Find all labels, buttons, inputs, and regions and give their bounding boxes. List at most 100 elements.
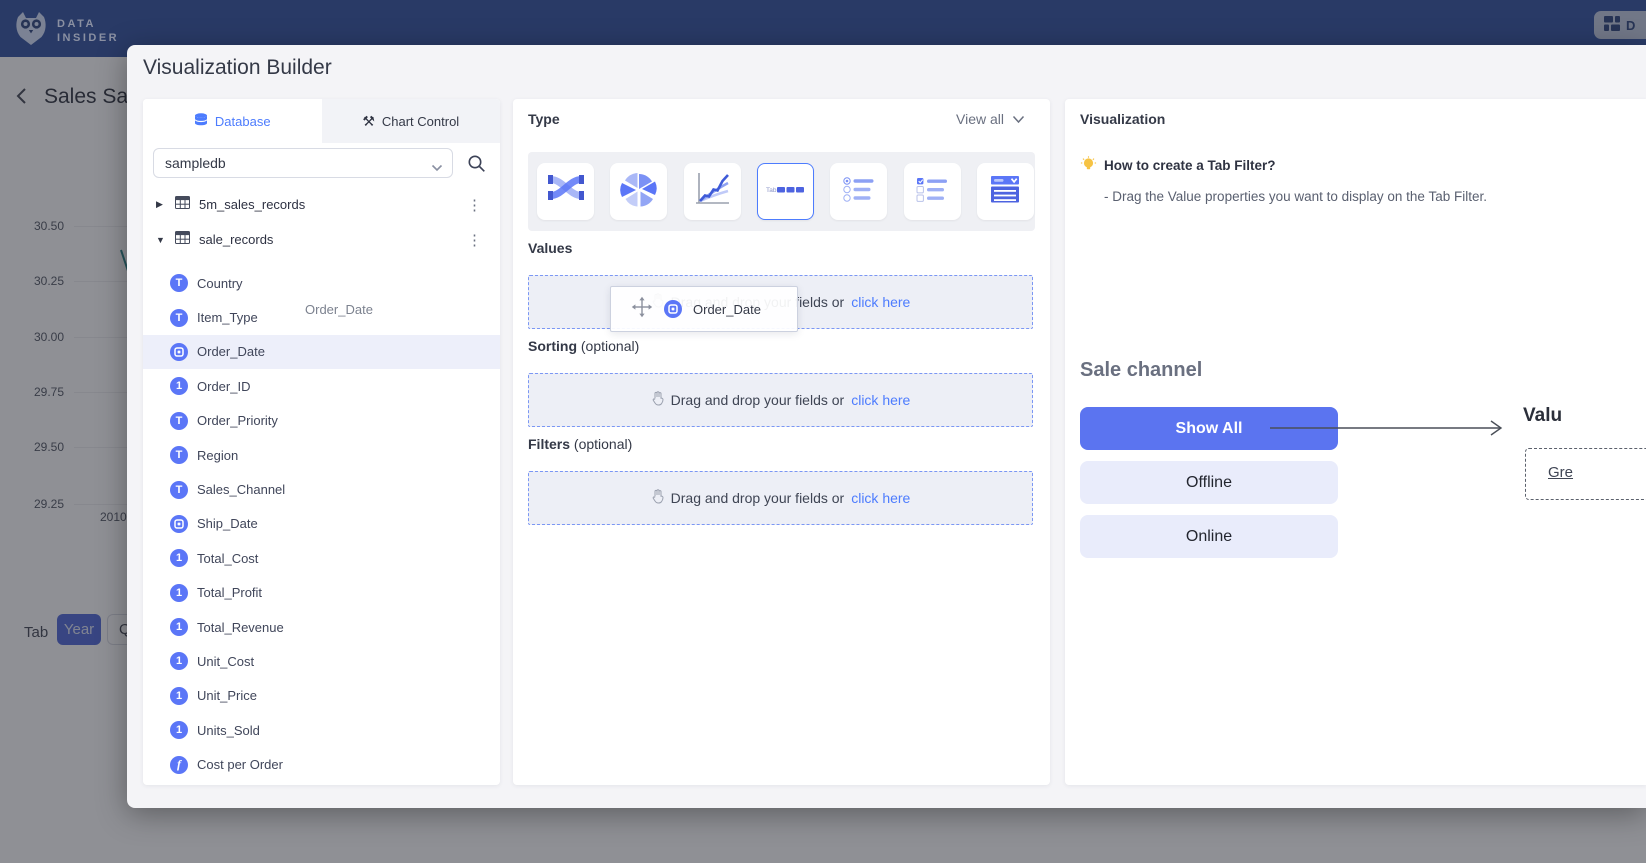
click-here-link[interactable]: click here <box>851 392 910 408</box>
line-chart-icon <box>692 169 732 214</box>
field-row[interactable]: Order_Date <box>143 335 500 369</box>
number-field-icon: 1 <box>170 687 188 705</box>
field-row[interactable]: f Cost per Order <box>143 747 500 781</box>
field-name: Total_Profit <box>197 585 262 600</box>
brand-name: DATA INSIDER <box>57 17 119 45</box>
modal-title: Visualization Builder <box>143 56 332 80</box>
date-field-icon <box>170 515 188 533</box>
date-field-icon <box>664 300 682 318</box>
field-row[interactable]: 1Units_Sold <box>143 713 500 747</box>
chart-type-dropdown[interactable] <box>977 163 1034 220</box>
field-row[interactable]: 1Total_Cost <box>143 541 500 575</box>
field-row[interactable]: T Order_Priority <box>143 404 500 438</box>
radio-list-chart-icon <box>839 169 879 214</box>
chart-type-radio-list[interactable] <box>830 163 887 220</box>
database-select-input[interactable] <box>153 148 453 178</box>
table-tree-row[interactable]: ▶ 5m_sales_records ⋮ <box>143 187 500 222</box>
visualization-builder-modal: Visualization Builder Database ⚒ Chart C… <box>127 45 1646 808</box>
preview-button-offline[interactable]: Offline <box>1080 461 1338 504</box>
preview-button-online[interactable]: Online <box>1080 515 1338 558</box>
dragged-field-chip[interactable]: Order_Date <box>610 286 798 332</box>
field-name: Sales_Channel <box>197 482 285 497</box>
sankey-chart-icon <box>546 169 586 214</box>
table-tree-row[interactable]: ▼ sale_records ⋮ <box>143 222 500 257</box>
field-name: Cost per Order <box>197 757 283 772</box>
annotation-title: Valu <box>1523 405 1562 427</box>
kebab-menu-icon[interactable]: ⋮ <box>467 231 482 249</box>
annotation-arrow <box>1270 417 1510 439</box>
table-name: 5m_sales_records <box>199 197 305 212</box>
caret-down-icon[interactable]: ▼ <box>156 235 166 245</box>
database-select <box>153 148 453 178</box>
text-field-icon: T <box>170 412 188 430</box>
chart-type-tab-filter[interactable]: Tab <box>757 163 814 220</box>
svg-text:Tab: Tab <box>766 187 777 194</box>
field-row[interactable]: 1 Total_Profit <box>143 576 500 610</box>
dashboard-grid-icon <box>1604 16 1620 35</box>
field-name: Total_Cost <box>197 551 258 566</box>
text-field-icon: T <box>170 481 188 499</box>
field-row[interactable]: T Sales_Channel <box>143 472 500 506</box>
tab-database[interactable]: Database <box>143 99 322 143</box>
search-icon[interactable] <box>466 153 487 179</box>
optional-suffix: (optional) <box>574 436 632 452</box>
drag-hand-icon <box>651 489 664 507</box>
click-here-link[interactable]: click here <box>851 490 910 506</box>
field-row[interactable]: 1Unit_Cost <box>143 644 500 678</box>
field-row[interactable]: TRegion <box>143 438 500 472</box>
dashboard-nav-button[interactable]: D <box>1594 11 1646 39</box>
annotation-box: Gre <box>1525 448 1646 500</box>
brand-logo[interactable]: DATA INSIDER <box>14 10 119 51</box>
table-name: sale_records <box>199 232 273 247</box>
tab-chart-control-label: Chart Control <box>382 114 459 129</box>
table-icon <box>175 231 190 249</box>
tab-database-label: Database <box>215 114 271 129</box>
chart-type-pie[interactable] <box>610 163 667 220</box>
field-name: Order_Priority <box>197 413 278 428</box>
dropdown-chart-icon <box>985 169 1025 214</box>
filters-dropzone[interactable]: Drag and drop your fields orclick here <box>528 471 1033 525</box>
field-row[interactable]: Ship_Date <box>143 507 500 541</box>
field-row[interactable]: TItem_Type <box>143 300 500 334</box>
text-field-icon: T <box>170 309 188 327</box>
field-name: Unit_Cost <box>197 654 254 669</box>
function-field-icon: f <box>170 756 188 774</box>
view-all-button[interactable]: View all <box>956 111 1025 127</box>
tab-filter-chart-icon: Tab <box>764 169 806 214</box>
chart-type-strip: Tab <box>528 152 1035 231</box>
optional-suffix: (optional) <box>581 338 639 354</box>
click-here-link[interactable]: click here <box>851 294 910 310</box>
field-name: Ship_Date <box>197 516 258 531</box>
chart-type-line[interactable] <box>684 163 741 220</box>
field-row[interactable]: 1Total_Revenue <box>143 610 500 644</box>
annotation-link[interactable]: Gre <box>1548 464 1573 481</box>
type-section-label: Type <box>528 111 560 127</box>
field-name: Region <box>197 448 238 463</box>
move-icon <box>631 296 653 323</box>
field-row[interactable]: T Country <box>143 266 500 300</box>
view-all-label: View all <box>956 111 1004 127</box>
owl-logo-icon <box>14 10 48 51</box>
preview-title: Sale channel <box>1080 359 1202 382</box>
sorting-dropzone[interactable]: Drag and drop your fields orclick here <box>528 373 1033 427</box>
drag-hand-icon <box>651 391 664 409</box>
field-name: Unit_Price <box>197 688 257 703</box>
table-icon <box>175 196 190 214</box>
database-icon <box>194 113 208 130</box>
chart-type-checkbox-list[interactable] <box>904 163 961 220</box>
field-name: Total_Revenue <box>197 620 284 635</box>
tab-chart-control[interactable]: ⚒ Chart Control <box>322 99 501 143</box>
kebab-menu-icon[interactable]: ⋮ <box>467 196 482 214</box>
chart-type-sankey[interactable] <box>537 163 594 220</box>
database-panel: Database ⚒ Chart Control ▶ 5m_sales_recor… <box>143 99 500 785</box>
field-row[interactable]: 1 Unit_Price <box>143 679 500 713</box>
field-name: Units_Sold <box>197 723 260 738</box>
chevron-down-icon[interactable] <box>431 159 443 177</box>
text-field-icon: T <box>170 274 188 292</box>
caret-right-icon[interactable]: ▶ <box>156 199 166 210</box>
field-row[interactable]: 1Order_ID <box>143 369 500 403</box>
number-field-icon: 1 <box>170 377 188 395</box>
hint-body: - Drag the Value properties you want to … <box>1104 189 1487 204</box>
field-name: Country <box>197 276 243 291</box>
number-field-icon: 1 <box>170 584 188 602</box>
